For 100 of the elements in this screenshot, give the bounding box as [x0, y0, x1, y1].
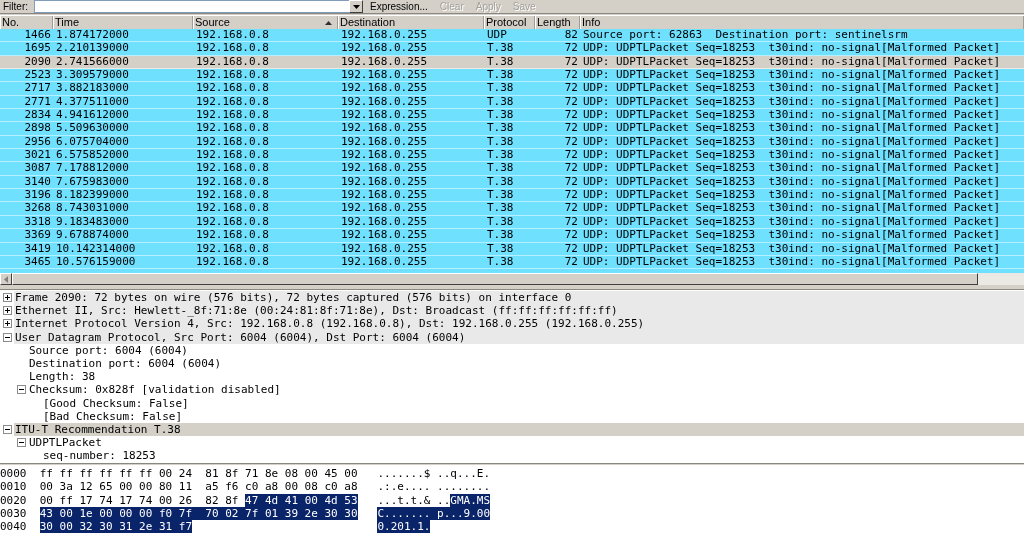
protocol-name: T.38 [487, 242, 514, 255]
source-address: 192.168.0.8 [196, 55, 269, 68]
hex-offset: 0010 [0, 480, 27, 494]
packet-info: UDP: UDPTLPacket Seq=18253 t30ind: no-signal[Malformed Packet] [583, 109, 1001, 122]
tree-item[interactable]: Destination port: 6004 (6004) [28, 356, 222, 371]
packet-row[interactable]: 2523 3.309579000 192.168.0.8 192.168.0.255 T.38 72 UDP: UDPTLPacket Seq=18253 t30ind: no-signal[Malformed Packet] [0, 69, 1024, 83]
packet-time: 3.882183000 [56, 82, 129, 95]
ascii-text: C....... p...9.00 [377, 506, 491, 520]
packet-time: 9.183483000 [56, 215, 129, 228]
packet-number: 3087 [24, 162, 51, 175]
hex-bytes: ff ff ff ff ff ff 00 24 81 8f 71 8e 08 00 45 00 [39, 467, 358, 480]
destination-address: 192.168.0.255 [341, 175, 428, 188]
destination-address: 192.168.0.255 [341, 149, 428, 162]
packet-length: 72 [564, 42, 578, 55]
packet-time: 9.678874000 [56, 229, 129, 242]
packet-time: 5.509630000 [56, 122, 129, 135]
packet-number: 3369 [24, 229, 51, 242]
source-address: 192.168.0.8 [196, 202, 269, 215]
tree-item[interactable]: Internet Protocol Version 4, Src: 192.168.0.8 (192.168.0.8), Dst: 192.168.0.255 (192.168.0.255) [14, 317, 1024, 331]
source-address: 192.168.0.8 [196, 175, 269, 188]
packet-number: 2090 [24, 55, 51, 68]
packet-row[interactable]: 1466 1.874172000 192.168.0.8 192.168.0.255 UDP 82 Source port: 62863 Destination port: sentinelsrm [0, 29, 1024, 43]
packet-info: UDP: UDPTLPacket Seq=18253 t30ind: no-signal[Malformed Packet] [583, 69, 1001, 82]
column-header[interactable]: Source [193, 16, 338, 29]
source-address: 192.168.0.8 [196, 69, 269, 82]
packet-row[interactable]: 3087 7.178812000 192.168.0.8 192.168.0.255 T.38 72 UDP: UDPTLPacket Seq=18253 t30ind: no-signal[Malformed Packet] [0, 162, 1024, 176]
destination-address: 192.168.0.255 [341, 69, 428, 82]
minus-box-icon[interactable] [16, 438, 26, 448]
tree-item[interactable]: Frame 2090: 72 bytes on wire (576 bits), 72 bytes captured (576 bits) on interface 0 [14, 291, 1024, 305]
source-address: 192.168.0.8 [196, 109, 269, 122]
source-address: 192.168.0.8 [196, 135, 269, 148]
packet-row[interactable]: 1695 2.210139000 192.168.0.8 192.168.0.255 T.38 72 UDP: UDPTLPacket Seq=18253 t30ind: no-signal[Malformed Packet] [0, 42, 1024, 56]
caret-icon [352, 4, 360, 9]
packet-number: 2523 [24, 69, 51, 82]
packet-time: 1.874172000 [56, 29, 129, 41]
expression-button[interactable]: Expression... [365, 0, 433, 13]
tree-item[interactable]: Checksum: 0x828f [validation disabled] [28, 383, 281, 397]
packet-number: 3318 [24, 215, 51, 228]
packet-info: UDP: UDPTLPacket Seq=18253 t30ind: no-signal[Malformed Packet] [583, 162, 1001, 175]
minus-box-icon[interactable] [2, 332, 12, 342]
packet-time: 3.309579000 [56, 69, 129, 82]
packet-row[interactable]: 3369 9.678874000 192.168.0.8 192.168.0.255 T.38 72 UDP: UDPTLPacket Seq=18253 t30ind: no-signal[Malformed Packet] [0, 229, 1024, 243]
protocol-name: T.38 [487, 135, 514, 148]
minus-box-icon[interactable] [16, 385, 26, 395]
packet-length: 72 [564, 55, 578, 68]
source-address: 192.168.0.8 [196, 82, 269, 95]
minus-box-icon[interactable] [2, 424, 12, 434]
tree-item[interactable]: seq-number: 18253 [42, 449, 156, 463]
tree-item[interactable]: Length: 38 [28, 370, 96, 384]
source-address: 192.168.0.8 [196, 29, 269, 41]
column-header[interactable]: Info [580, 16, 1024, 29]
ascii-text: GMA.MS [450, 493, 491, 507]
column-header[interactable]: Destination [338, 16, 484, 29]
packet-row[interactable]: 3021 6.575852000 192.168.0.8 192.168.0.255 T.38 72 UDP: UDPTLPacket Seq=18253 t30ind: no-signal[Malformed Packet] [0, 149, 1024, 163]
source-address: 192.168.0.8 [196, 122, 269, 135]
packet-time: 4.941612000 [56, 109, 129, 122]
packet-row[interactable]: 2898 5.509630000 192.168.0.8 192.168.0.255 T.38 72 UDP: UDPTLPacket Seq=18253 t30ind: no-signal[Malformed Packet] [0, 122, 1024, 136]
plus-box-icon[interactable] [2, 319, 12, 329]
destination-address: 192.168.0.255 [341, 135, 428, 148]
packet-row[interactable]: 3268 8.743031000 192.168.0.8 192.168.0.255 T.38 72 UDP: UDPTLPacket Seq=18253 t30ind: no-signal[Malformed Packet] [0, 202, 1024, 216]
packet-info: UDP: UDPTLPacket Seq=18253 t30ind: no-signal[Malformed Packet] [583, 229, 1001, 242]
destination-address: 192.168.0.255 [341, 95, 428, 108]
ascii-text: .:.e.... ........ [377, 480, 491, 494]
destination-address: 192.168.0.255 [341, 242, 428, 255]
hex-bytes: 30 00 32 30 31 2e 31 f7 [39, 520, 193, 534]
tree-item[interactable]: UDPTLPacket [28, 436, 102, 450]
packet-number: 3419 [24, 242, 51, 255]
packet-row[interactable]: 2834 4.941612000 192.168.0.8 192.168.0.255 T.38 72 UDP: UDPTLPacket Seq=18253 t30ind: no-signal[Malformed Packet] [0, 109, 1024, 123]
source-address: 192.168.0.8 [196, 95, 269, 108]
column-header[interactable]: Length [535, 16, 580, 29]
hex-bytes: 43 00 1e 00 00 00 f0 7f 70 02 7f 01 39 2e 30 30 [39, 506, 358, 520]
ascii-text: .......$ ..q...E. [377, 467, 491, 480]
source-address: 192.168.0.8 [196, 242, 269, 255]
filter-field[interactable] [34, 0, 350, 13]
packet-number: 2956 [24, 135, 51, 148]
column-header[interactable]: No. [0, 16, 53, 29]
packet-info: UDP: UDPTLPacket Seq=18253 t30ind: no-signal[Malformed Packet] [583, 149, 1001, 162]
packet-row[interactable]: 2717 3.882183000 192.168.0.8 192.168.0.255 T.38 72 UDP: UDPTLPacket Seq=18253 t30ind: no-signal[Malformed Packet] [0, 82, 1024, 96]
column-header[interactable]: Time [53, 16, 193, 29]
tree-item[interactable]: Ethernet II, Src: Hewlett-_8f:71:8e (00:24:81:8f:71:8e), Dst: Broadcast (ff:ff:ff:ff:ff:ff) [14, 304, 1024, 318]
plus-box-icon[interactable] [2, 306, 12, 316]
packet-length: 82 [564, 29, 578, 41]
tree-item[interactable]: ITU-T Recommendation T.38 [14, 422, 1024, 437]
tree-item[interactable]: [Bad Checksum: False] [42, 409, 183, 423]
destination-address: 192.168.0.255 [341, 29, 428, 41]
packet-number: 3196 [24, 189, 51, 202]
tree-item[interactable]: Source port: 6004 (6004) [28, 343, 188, 357]
scroll-left-button[interactable] [0, 273, 12, 285]
hex-offset: 0030 [0, 506, 27, 521]
protocol-name: T.38 [487, 202, 514, 215]
packet-length: 72 [564, 229, 578, 242]
source-address: 192.168.0.8 [196, 162, 269, 175]
packet-number: 2898 [24, 122, 51, 135]
packet-length: 72 [564, 242, 578, 255]
packet-row[interactable]: 3196 8.182399000 192.168.0.8 192.168.0.255 T.38 72 UDP: UDPTLPacket Seq=18253 t30ind: no-signal[Malformed Packet] [0, 189, 1024, 203]
column-header[interactable]: Protocol [484, 16, 535, 29]
packet-length: 72 [564, 69, 578, 82]
tree-item[interactable]: [Good Checksum: False] [42, 396, 189, 410]
plus-box-icon[interactable] [2, 293, 12, 303]
protocol-name: T.38 [487, 69, 514, 82]
